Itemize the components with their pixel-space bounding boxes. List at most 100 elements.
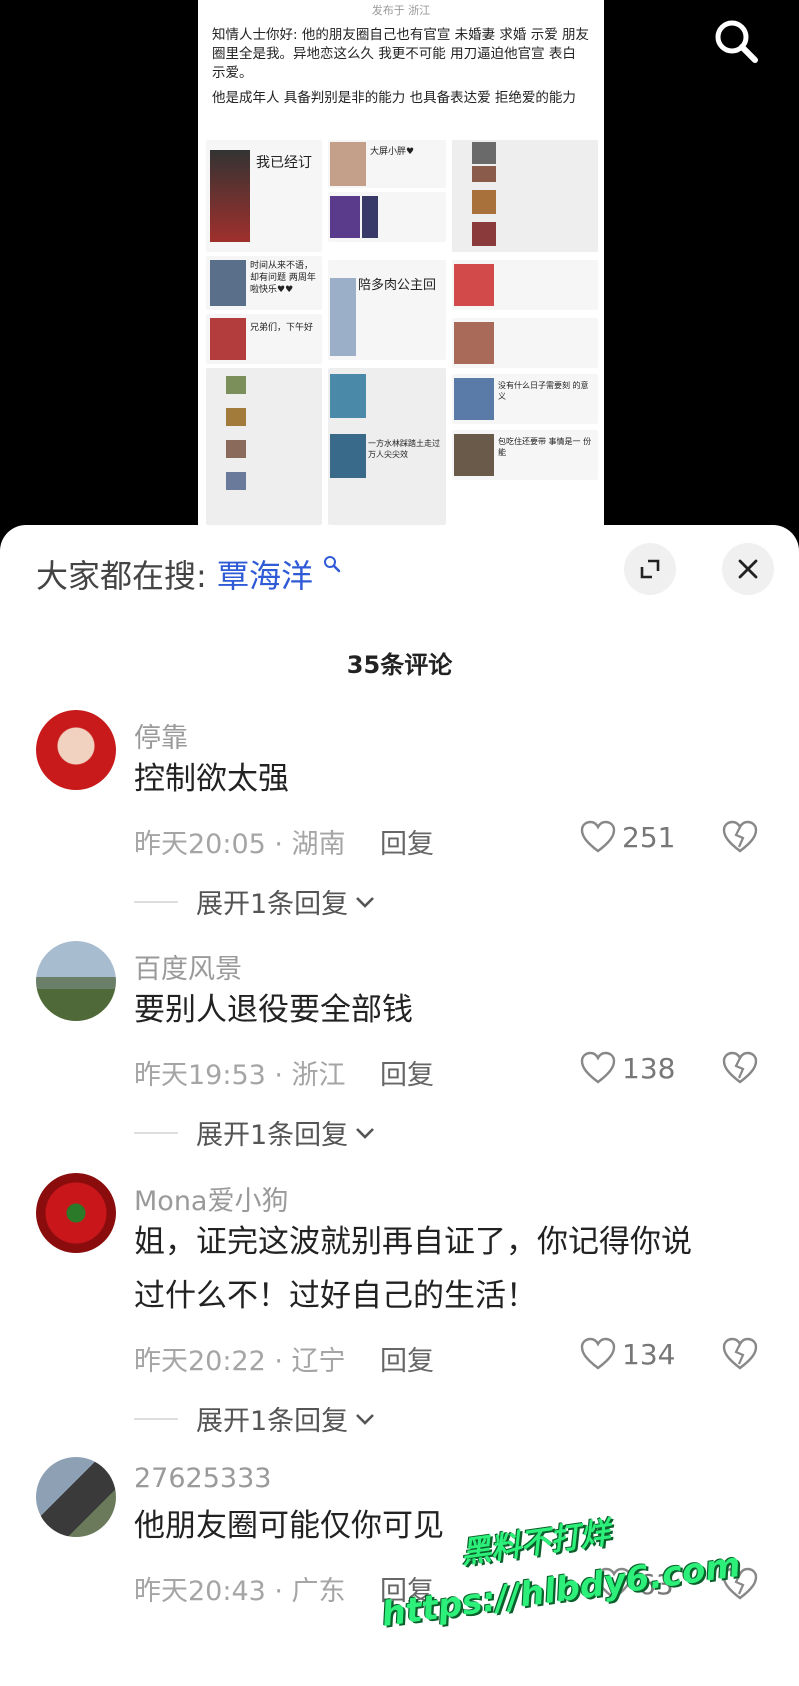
collage-card-text: 一方水林踩踏土走过 万人尖尖效 [368, 439, 440, 459]
collage-card: 大屏小胖♥ [328, 140, 446, 188]
comment-meta: 昨天19:53 · 浙江 [134, 1060, 346, 1091]
expand-replies-label: 展开1条回复 [196, 1406, 349, 1437]
close-icon [738, 559, 758, 579]
collage-photo [226, 408, 246, 426]
collage-card-text: 没有什么日子需要刻 的意义 [498, 381, 589, 401]
like-button[interactable]: 134 [580, 1337, 675, 1371]
heart-icon [580, 1337, 616, 1370]
collage-card: 包吃住还要带 事情是一 份能 [452, 430, 598, 480]
close-button[interactable] [722, 543, 774, 595]
like-count: 138 [622, 1051, 676, 1085]
collage-photo [454, 378, 494, 420]
collage-photo [330, 374, 366, 418]
broken-heart-icon [722, 1051, 758, 1084]
comments-count: 35条评论 [346, 651, 453, 679]
divider [134, 1131, 178, 1134]
comment-username[interactable]: 27625333 [134, 1463, 271, 1494]
search-icon[interactable] [713, 18, 759, 64]
expand-icon [640, 559, 660, 579]
dislike-button[interactable] [722, 820, 758, 858]
collage-card [452, 318, 598, 368]
screenshot-collage: 我已经订 时间从来不语，却有问题 两周年啦快乐♥♥ 兄弟们，下午好 大屏小胖♥ [206, 140, 598, 525]
collage-photo [210, 318, 246, 360]
collage-photo [330, 142, 366, 186]
broken-heart-icon [722, 1337, 758, 1370]
collage-photo [472, 190, 496, 214]
comment-meta: 昨天20:22 · 辽宁 [134, 1346, 346, 1377]
comment-text-line-2: 过什么不！过好自己的生活！ [134, 1278, 537, 1314]
expand-replies-label: 展开1条回复 [196, 889, 349, 920]
post-image-area[interactable]: 发布于 浙江 知情人士你好: 他的朋友圈自己也有官宣 未婚妻 求婚 示爱 朋友圈… [0, 0, 799, 525]
trending-search-keyword[interactable]: 覃海洋 [217, 557, 313, 595]
divider [134, 1417, 178, 1420]
dislike-button[interactable] [722, 1051, 758, 1089]
post-paragraph-1: 知情人士你好: 他的朋友圈自己也有官宣 未婚妻 求婚 示爱 朋友圈里全是我。异地… [212, 27, 590, 81]
collage-card: 陪多肉公主回 [328, 260, 446, 360]
collage-card: 一方水林踩踏土走过 万人尖尖效 [328, 368, 446, 525]
reply-button[interactable]: 回复 [380, 1053, 434, 1092]
expand-replies-label: 展开1条回复 [196, 1120, 349, 1151]
comment-meta: 昨天20:43 · 广东 [134, 1576, 346, 1607]
avatar[interactable] [36, 710, 116, 790]
comment-meta: 昨天20:05 · 湖南 [134, 829, 346, 860]
collage-photo [226, 440, 246, 458]
expand-replies[interactable]: 展开1条回复 [134, 1399, 376, 1438]
collage-card: 兄弟们，下午好 [206, 314, 322, 364]
like-count: 251 [622, 820, 676, 854]
comment-username[interactable]: 百度风景 [134, 947, 242, 986]
chevron-down-icon [356, 1413, 375, 1425]
comment-username[interactable]: Mona爱小狗 [134, 1179, 288, 1218]
expand-replies[interactable]: 展开1条回复 [134, 1113, 376, 1152]
collage-card-text: 时间从来不语，却有问题 两周年啦快乐♥♥ [250, 261, 316, 295]
heart-icon [580, 1051, 616, 1084]
trending-search[interactable]: 大家都在搜: 覃海洋 [36, 551, 341, 597]
collage-photo [210, 150, 250, 242]
collage-card-text: 兄弟们，下午好 [250, 323, 314, 333]
comment-text: 他朋友圈可能仅你可见 [134, 1508, 444, 1544]
chevron-down-icon [356, 896, 375, 908]
collage-photo [226, 376, 246, 394]
collage-photo [362, 196, 378, 238]
collage-photo [472, 142, 496, 164]
collage-card-text: 大屏小胖♥ [370, 147, 415, 157]
comment-username[interactable]: 停靠 [134, 716, 188, 755]
broken-heart-icon [722, 820, 758, 853]
like-button[interactable]: 251 [580, 820, 675, 854]
avatar[interactable] [36, 1173, 116, 1253]
collage-card-text: 陪多肉公主回 [358, 278, 437, 293]
collage-card [328, 192, 446, 242]
post-location: 发布于 浙江 [371, 4, 431, 17]
comment-text: 控制欲太强 [134, 761, 289, 797]
dislike-button[interactable] [722, 1337, 758, 1375]
collage-card [452, 260, 598, 310]
collage-photo [226, 472, 246, 490]
like-count: 134 [622, 1337, 676, 1371]
collage-card-text: 我已经订 [256, 155, 312, 171]
collage-photo [454, 322, 494, 364]
collage-photo [472, 222, 496, 246]
collage-photo [472, 166, 496, 182]
divider [134, 900, 178, 903]
collage-photo [210, 260, 246, 306]
keyword-search-icon [324, 556, 341, 573]
collage-photo [330, 278, 356, 356]
collage-photo [454, 264, 494, 306]
heart-icon [580, 820, 616, 853]
expand-replies[interactable]: 展开1条回复 [134, 882, 376, 921]
avatar[interactable] [36, 1457, 116, 1537]
like-button[interactable]: 138 [580, 1051, 675, 1085]
chevron-down-icon [356, 1127, 375, 1139]
trending-search-label: 大家都在搜: [36, 557, 207, 595]
reply-button[interactable]: 回复 [380, 822, 434, 861]
post-paragraph-2: 他是成年人 具备判别是非的能力 也具备表达爱 拒绝爱的能力 [212, 90, 576, 106]
collage-card [206, 368, 322, 525]
reply-button[interactable]: 回复 [380, 1339, 434, 1378]
expand-button[interactable] [624, 543, 676, 595]
comment-text: 要别人退役要全部钱 [134, 992, 413, 1028]
collage-card [452, 140, 598, 252]
post-screenshot: 发布于 浙江 知情人士你好: 他的朋友圈自己也有官宣 未婚妻 求婚 示爱 朋友圈… [198, 0, 604, 525]
collage-card: 没有什么日子需要刻 的意义 [452, 374, 598, 424]
comments-sheet: 大家都在搜: 覃海洋 35条评论 停靠 控制欲太强 昨天20:05 · 湖南 回… [0, 525, 799, 1686]
collage-card: 我已经订 [206, 140, 322, 252]
avatar[interactable] [36, 941, 116, 1021]
